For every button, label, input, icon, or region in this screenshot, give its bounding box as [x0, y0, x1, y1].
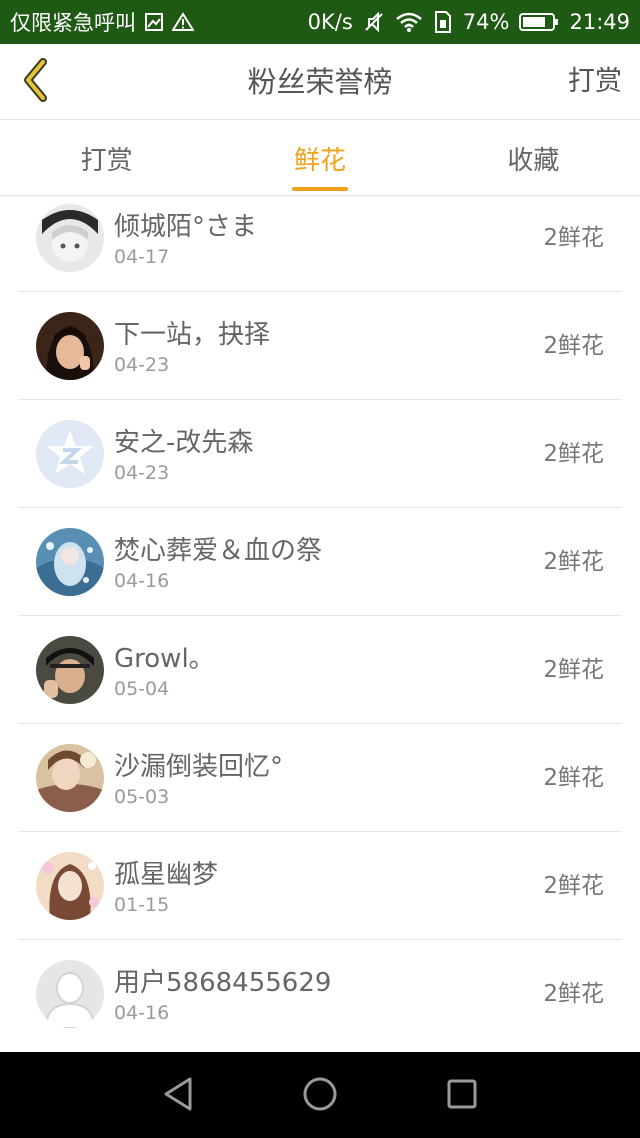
nav-recents-button[interactable] — [440, 1074, 484, 1118]
active-tab-indicator — [291, 187, 348, 191]
system-nav-bar — [0, 1052, 640, 1138]
network-speed: 0K/s — [307, 10, 353, 34]
avatar — [36, 636, 104, 704]
avatar — [36, 744, 104, 812]
fan-name: 孤星幽梦 — [114, 860, 219, 890]
fan-list[interactable]: 倾城陌°さま 04-17 2鲜花 下一站，抉择 04-23 2鲜花 安之-改先森… — [0, 196, 640, 1052]
fan-name: 沙漏倒装回忆° — [114, 752, 284, 782]
clock: 21:49 — [569, 10, 630, 34]
fan-date: 05-04 — [114, 678, 170, 700]
triangle-back-icon — [162, 1076, 194, 1116]
tab-flowers[interactable]: 鲜花 — [213, 121, 426, 195]
carrier-text: 仅限紧急呼叫 — [10, 11, 136, 35]
fan-date: 04-16 — [114, 570, 170, 592]
list-item[interactable]: 孤星幽梦 01-15 2鲜花 — [18, 832, 622, 940]
list-item[interactable]: 安之-改先森 04-23 2鲜花 — [18, 400, 622, 508]
list-item[interactable]: 焚心葬爱＆血の祭 04-16 2鲜花 — [18, 508, 622, 616]
fan-date: 05-03 — [114, 786, 170, 808]
reward-count: 2鲜花 — [543, 333, 604, 359]
reward-count: 2鲜花 — [543, 981, 604, 1007]
tab-reward[interactable]: 打赏 — [0, 121, 213, 195]
reward-count: 2鲜花 — [543, 765, 604, 791]
circle-home-icon — [302, 1076, 338, 1116]
reward-count: 2鲜花 — [543, 657, 604, 683]
fan-name: 下一站，抉择 — [114, 320, 271, 350]
reward-action-button[interactable]: 打赏 — [568, 44, 622, 120]
fan-date: 01-15 — [114, 894, 170, 916]
avatar — [36, 204, 104, 272]
mute-icon — [363, 11, 385, 33]
warning-icon — [172, 12, 194, 32]
list-item[interactable]: 用户5868455629 04-16 2鲜花 — [18, 940, 622, 1048]
nav-home-button[interactable] — [298, 1074, 342, 1118]
title-bar: 粉丝荣誉榜 打赏 — [0, 44, 640, 120]
battery-percent: 74% — [462, 10, 510, 34]
tab-favorites[interactable]: 收藏 — [427, 121, 640, 195]
list-item[interactable]: 倾城陌°さま 04-17 2鲜花 — [18, 196, 622, 292]
status-bar: 仅限紧急呼叫 0K/s 74% 21:49 — [0, 0, 640, 44]
list-item[interactable]: 下一站，抉择 04-23 2鲜花 — [18, 292, 622, 400]
fan-date: 04-23 — [114, 462, 170, 484]
reward-count: 2鲜花 — [543, 225, 604, 251]
tab-label: 鲜花 — [293, 145, 346, 176]
tab-label: 打赏 — [80, 145, 133, 176]
tab-label: 收藏 — [507, 145, 560, 176]
fan-name: 倾城陌°さま — [114, 212, 258, 242]
fan-name: 安之-改先森 — [114, 428, 254, 458]
list-item[interactable]: 沙漏倒装回忆° 05-03 2鲜花 — [18, 724, 622, 832]
battery-icon — [519, 12, 559, 32]
fan-date: 04-16 — [114, 1002, 170, 1024]
reward-count: 2鲜花 — [543, 549, 604, 575]
avatar — [36, 528, 104, 596]
page-title: 粉丝荣誉榜 — [247, 65, 393, 99]
fan-name: 用户5868455629 — [114, 968, 332, 998]
avatar — [36, 852, 104, 920]
square-recents-icon — [446, 1078, 478, 1114]
sim-icon — [433, 11, 453, 33]
image-notification-icon — [144, 12, 164, 32]
fan-date: 04-23 — [114, 354, 170, 376]
reward-count: 2鲜花 — [543, 441, 604, 467]
fan-name: Growl。 — [114, 644, 215, 674]
fan-date: 04-17 — [114, 246, 170, 268]
tab-bar: 打赏 鲜花 收藏 — [0, 121, 640, 196]
avatar — [36, 312, 104, 380]
wifi-icon — [395, 11, 423, 33]
avatar — [36, 420, 104, 488]
nav-back-button[interactable] — [156, 1074, 200, 1118]
list-item[interactable]: Growl。 05-04 2鲜花 — [18, 616, 622, 724]
fan-name: 焚心葬爱＆血の祭 — [114, 536, 323, 566]
avatar — [36, 960, 104, 1028]
reward-count: 2鲜花 — [543, 873, 604, 899]
